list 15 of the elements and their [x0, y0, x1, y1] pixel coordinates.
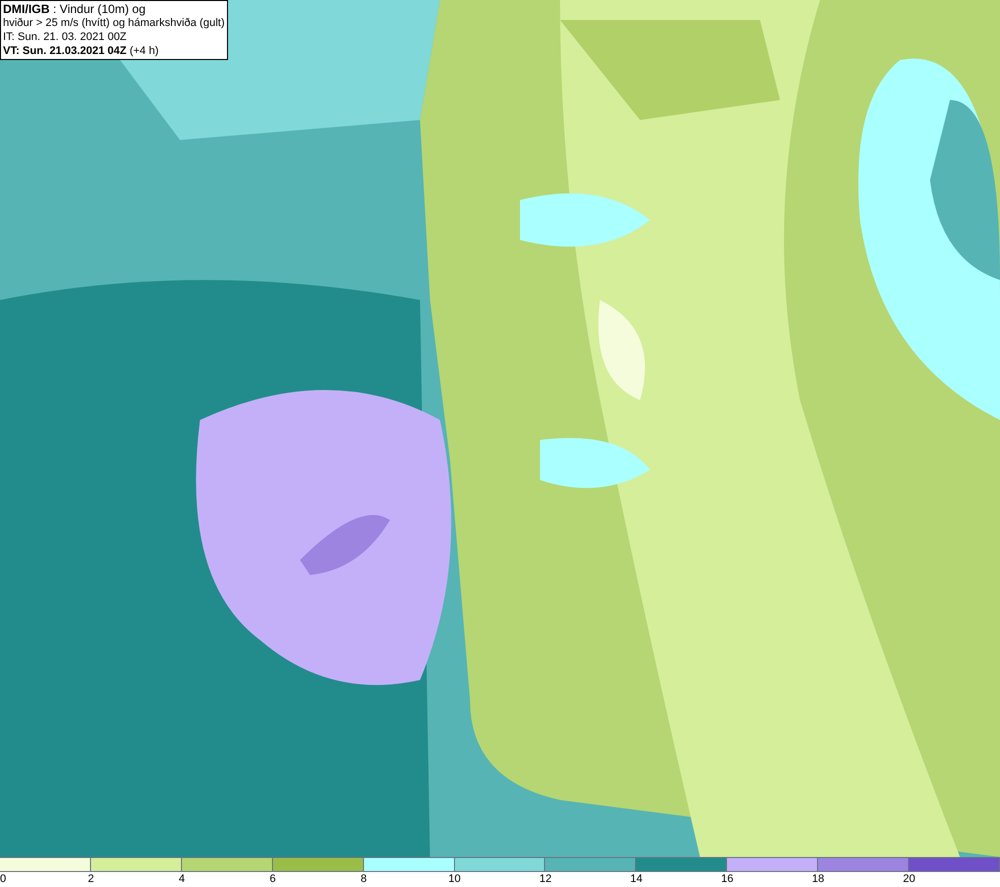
legend-label: 8 [360, 872, 367, 887]
title-line: DMI/IGB : Vindur (10m) og [3, 2, 146, 16]
legend-label: 6 [270, 872, 276, 887]
title-line: VT: Sun. 21.03.2021 04Z (+4 h) [3, 44, 160, 58]
legend-label: 16 [721, 872, 734, 887]
legend-label: 14 [630, 872, 642, 887]
legend-label: 4 [178, 872, 185, 887]
legend-label: 0 [0, 872, 6, 887]
legend-label: 10 [448, 872, 461, 887]
legend-label: 18 [812, 872, 824, 887]
legend-label: 2 [88, 872, 94, 887]
title-line: IT: Sun. 21. 03. 2021 00Z [3, 30, 128, 44]
legend-label: 20 [902, 872, 916, 887]
legend-label: 12 [539, 872, 552, 887]
title-line: hviður > 25 m/s (hvítt) og hámarkshviða (gult) [3, 16, 225, 30]
